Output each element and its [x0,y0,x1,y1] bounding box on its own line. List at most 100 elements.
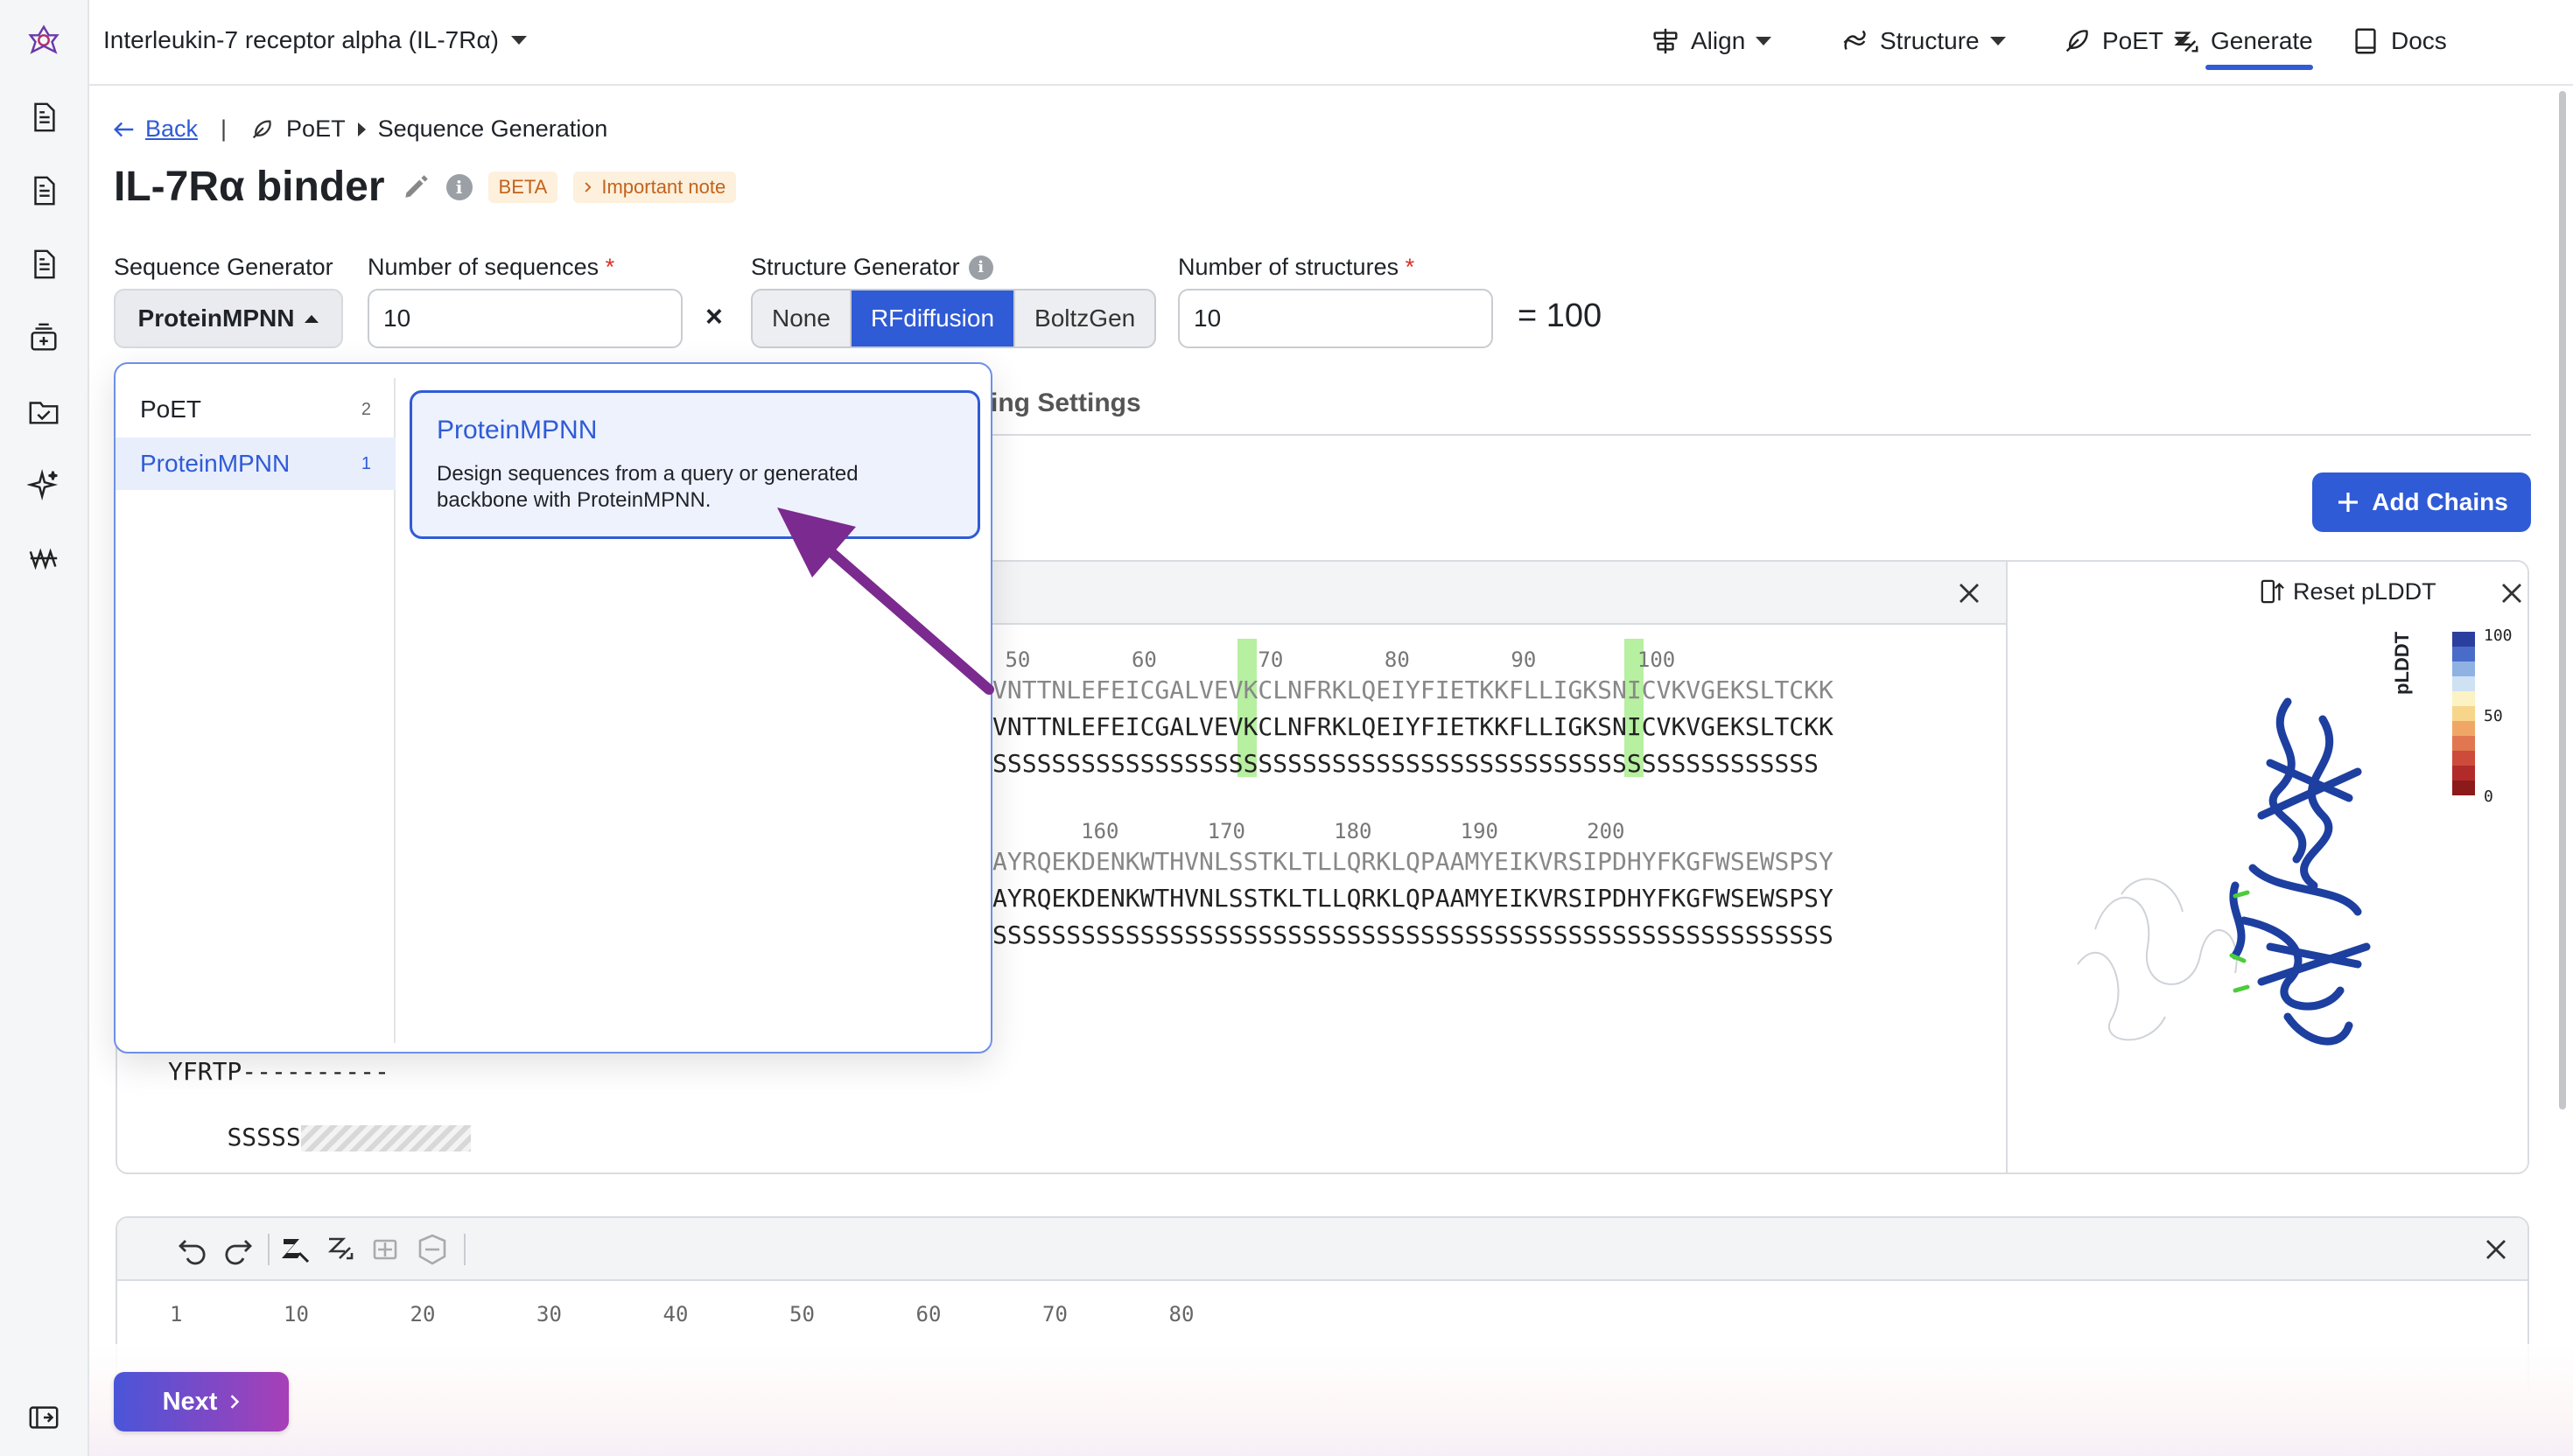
nav-align[interactable]: Align [1651,26,1772,56]
close-icon[interactable] [1955,579,1983,607]
num-sequences-label-text: Number of sequences [368,254,599,280]
expand-sidebar-icon[interactable] [23,1396,65,1438]
nav-generate-label: Generate [2211,27,2313,54]
nav-structure-label: Structure [1880,27,1980,54]
nav-poet-label: PoET [2102,27,2164,54]
document-icon[interactable] [23,170,65,212]
back-link[interactable]: Back [112,116,198,143]
dropdown-item-label: ProteinMPNN [140,450,291,477]
structure-option-rfdiffusion[interactable]: RFdiffusion [851,290,1016,346]
inbox-stack-icon[interactable] [23,317,65,359]
important-note-badge[interactable]: Important note [573,171,737,203]
document-icon[interactable] [23,243,65,285]
legend-swatch [2452,691,2475,706]
proteinmpnn-option-card[interactable]: ProteinMPNN Design sequences from a quer… [410,390,980,539]
dropdown-item-poet[interactable]: PoET 2 [116,383,396,436]
redo-icon[interactable] [221,1232,256,1267]
info-icon[interactable]: i [968,255,993,280]
sequence-row[interactable]: AYRQEKDENKWTHVNLSSTKLTLLQRKLQPAAMYEIKVRS… [992,884,1833,913]
legend-swatch [2452,632,2475,647]
num-structures-label-text: Number of structures [1178,254,1399,280]
page-title: IL-7Rα binder [114,164,385,210]
structure-viewer[interactable]: Reset pLDDT pLDDT 100 50 0 [2006,562,2527,1172]
breadcrumb-section[interactable]: PoET [286,116,346,143]
phone-arrow-icon [2261,579,2284,604]
mutate-icon[interactable] [278,1232,313,1267]
legend-swatch [2452,647,2475,662]
folder-check-icon[interactable] [23,390,65,432]
nav-docs-label: Docs [2391,27,2447,54]
structure-icon [1843,30,1866,50]
sequence-row[interactable]: YFRTP---------- [168,1057,389,1086]
breadcrumb-page: Sequence Generation [377,116,608,142]
structure-option-none[interactable]: None [753,290,852,346]
page-scrollbar[interactable] [2559,91,2566,1110]
dropdown-category-list: PoET 2 ProteinMPNN 1 [116,378,396,1043]
legend-swatch [2452,736,2475,751]
toolbar-divider [268,1234,270,1265]
nav-align-label: Align [1691,27,1746,54]
structure-generator-segmented: None RFdiffusion BoltzGen [751,289,1157,348]
structure-tool-icon [373,1239,397,1260]
bottom-bar [89,1344,2573,1456]
legend-swatch [2452,780,2475,795]
toolbar-divider [464,1234,466,1265]
undo-icon[interactable] [175,1232,210,1267]
add-chains-button[interactable]: Add Chains [2312,472,2531,532]
dropdown-item-count: 2 [361,399,371,419]
title-row: IL-7Rα binder i BETA Important note [114,163,737,211]
reset-plddt-button[interactable]: Reset pLDDT [2260,578,2436,606]
feather-icon [2065,30,2088,52]
wave-chart-icon[interactable] [23,537,65,579]
pencil-icon[interactable] [401,172,431,202]
nav-generate[interactable]: Generate [2170,26,2313,70]
next-button[interactable]: Next [114,1372,289,1432]
sequence-row-query[interactable]: VNTTNLEFEICGALVEVKCLNFRKLQEIYFIETKKFLLIG… [992,676,1833,704]
important-note-label: Important note [601,175,726,198]
sequence-row-query[interactable]: AYRQEKDENKWTHVNLSSTKLTLLQRKLQPAAMYEIKVRS… [992,847,1833,876]
dropdown-item-count: 1 [361,453,371,473]
sparkle-icon[interactable] [23,464,65,506]
structure-tool-icon [418,1234,446,1265]
sequence-generator-select[interactable]: ProteinMPNN [114,289,343,348]
structure-option-boltzgen[interactable]: BoltzGen [1015,290,1154,346]
generate-icon[interactable] [324,1232,359,1267]
chevron-down-icon [510,36,527,45]
num-structures-input[interactable]: 10 [1178,289,1493,348]
add-chains-label: Add Chains [2372,488,2508,515]
editor-toolbar [117,1218,2527,1281]
structure-row: SSSSS [168,1094,471,1172]
sequence-generator-dropdown: PoET 2 ProteinMPNN 1 ProteinMPNN Design … [114,362,992,1054]
document-icon[interactable] [23,96,65,138]
chevron-right-icon [231,1395,240,1409]
protein-structure-render[interactable] [2060,667,2428,1069]
feather-icon [252,120,271,138]
close-icon[interactable] [2482,1236,2510,1264]
tab-divider [991,434,2531,436]
logo-icon[interactable] [23,19,65,61]
num-sequences-input[interactable]: 10 [368,289,683,348]
legend-label: 0 [2484,788,2493,806]
close-icon[interactable] [2498,579,2526,607]
chevron-down-icon [1756,37,1772,46]
dropdown-item-proteinmpnn[interactable]: ProteinMPNN 1 [116,438,396,490]
structure-row: SSSSSSSSSSSSSSSSSSSSSSSSSSSSSSSSSSSSSSSS… [992,920,1833,949]
structure-row-text: SSSSS [227,1123,301,1152]
total-count: = 100 [1518,298,1602,334]
chevron-up-icon [305,314,319,323]
editor-ruler: 1 10 20 30 40 50 60 70 80 [170,1302,1195,1326]
info-icon[interactable]: i [445,173,473,200]
sequence-ruler: 160 170 180 190 200 [992,819,1625,844]
nav-structure[interactable]: Structure [1840,26,2006,56]
required-mark: * [605,254,615,280]
sequence-generator-value: ProteinMPNN [137,304,295,332]
chevron-right-icon [357,122,366,136]
structure-row: SSSSSSSSSSSSSSSSSSSSSSSSSSSSSSSSSSSSSSSS… [992,749,1819,778]
book-icon [2355,28,2376,54]
tab-settings[interactable]: ing Settings [991,388,1141,418]
active-tab-indicator [2205,65,2313,70]
num-sequences-label: Number of sequences * [368,254,614,281]
project-selector[interactable]: Interleukin-7 receptor alpha (IL-7Rα) [103,26,527,54]
sequence-row[interactable]: VNTTNLEFEICGALVEVKCLNFRKLQEIYFIETKKFLLIG… [992,712,1833,741]
nav-docs[interactable]: Docs [2351,26,2447,56]
